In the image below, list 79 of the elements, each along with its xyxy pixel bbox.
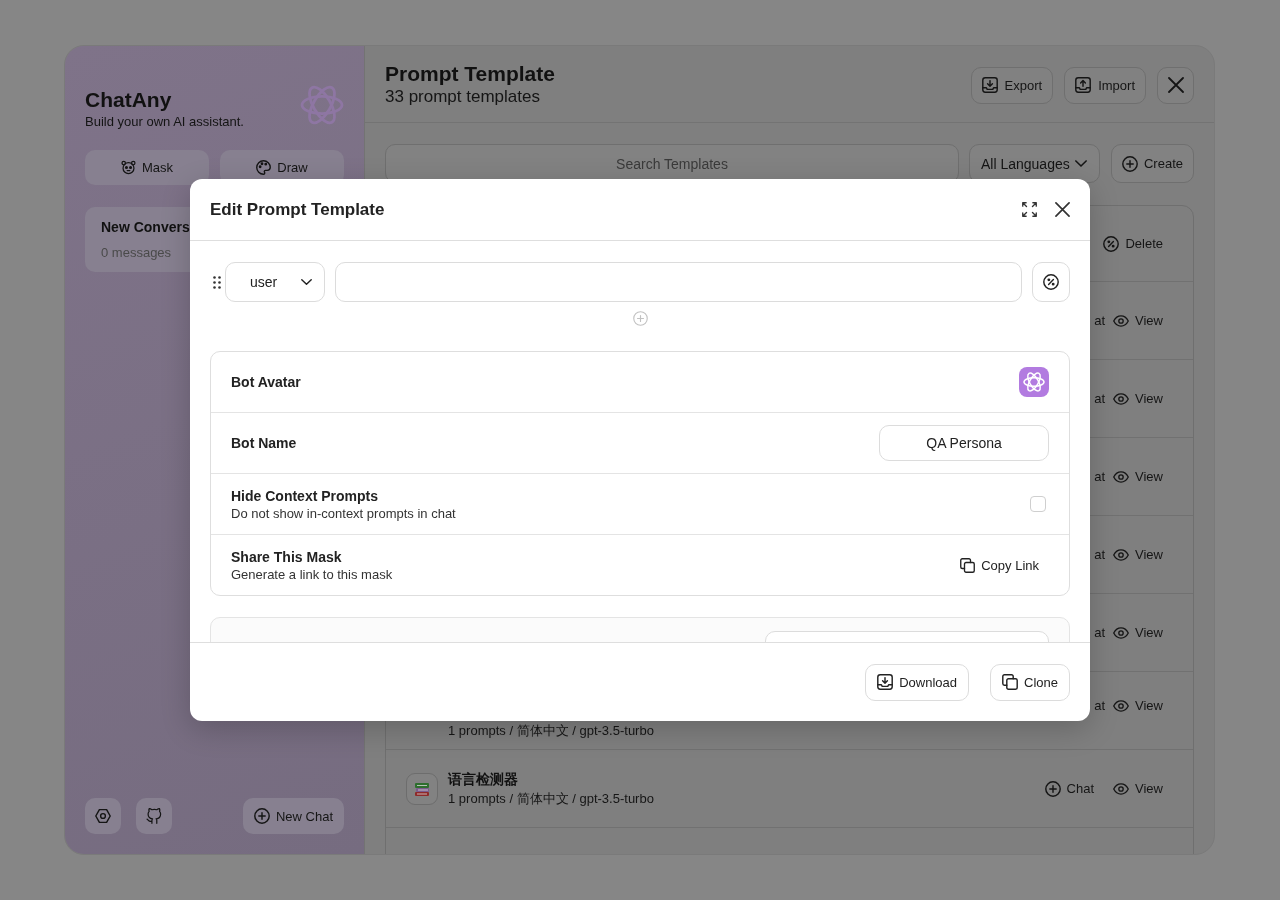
view-button[interactable]: View — [1113, 697, 1163, 714]
expand-button[interactable] — [1022, 202, 1037, 217]
language-select[interactable]: All Languages — [968, 144, 1100, 183]
app-title: ChatAny — [85, 87, 173, 113]
settings-icon — [95, 808, 111, 824]
setting-label: Hide Context Prompts — [231, 486, 378, 505]
app-subtitle: Build your own AI assistant. — [85, 113, 244, 130]
view-button[interactable]: View — [1113, 390, 1163, 407]
repository-button[interactable] — [136, 798, 172, 834]
setting-label: Bot Name — [231, 434, 297, 452]
bear-face-icon — [120, 160, 136, 175]
role-select[interactable]: user — [225, 262, 325, 302]
download-icon — [981, 77, 998, 93]
setting-label: Share This Mask — [231, 547, 342, 566]
template-meta: 1 prompts / 简体中文 / gpt-3.5-turbo — [448, 722, 654, 739]
delete-button[interactable]: Delete — [1103, 235, 1163, 252]
setting-description: Generate a link to this mask — [231, 565, 393, 583]
checkbox[interactable] — [1030, 496, 1046, 512]
view-button[interactable]: View — [1113, 546, 1163, 563]
mask-button[interactable]: Mask — [85, 150, 209, 185]
delete-button[interactable] — [1032, 262, 1070, 302]
chevron-down-icon — [1074, 159, 1087, 168]
chat-button[interactable]: at — [1094, 624, 1106, 641]
eye-icon — [1113, 312, 1130, 329]
eye-icon — [1113, 697, 1130, 714]
dialog-title: Edit Prompt Template — [210, 199, 385, 220]
settings-button[interactable] — [85, 798, 121, 834]
close-icon — [1167, 77, 1184, 93]
view-button[interactable]: View — [1113, 468, 1163, 485]
chat-meta: 0 messages — [101, 244, 172, 261]
chat-button[interactable]: at — [1094, 468, 1106, 485]
chat-title: New Convers — [101, 218, 190, 236]
drag-handle-icon[interactable] — [213, 275, 221, 289]
bot-name-input[interactable]: QA Persona — [879, 425, 1049, 461]
atom-avatar-icon[interactable] — [1019, 367, 1049, 397]
download-button[interactable]: Download — [865, 663, 970, 701]
percent-circle-icon — [1103, 235, 1120, 252]
plus-circle-icon — [1121, 155, 1138, 172]
cat-icon — [146, 808, 162, 824]
eye-icon — [1113, 468, 1130, 485]
eye-icon — [1113, 780, 1130, 797]
import-button[interactable]: Import — [1064, 66, 1146, 104]
setting-description: Do not show in-context prompts in chat — [231, 504, 456, 522]
view-button[interactable]: View — [1113, 624, 1163, 641]
plus-circle-icon — [1044, 780, 1061, 797]
eye-icon — [1113, 546, 1130, 563]
chat-button[interactable]: at — [1094, 546, 1106, 563]
close-icon — [1055, 202, 1070, 217]
copy-icon — [960, 557, 976, 573]
upload-icon — [1075, 77, 1092, 93]
chat-button[interactable]: at — [1094, 312, 1106, 329]
percent-circle-icon — [1043, 274, 1059, 290]
copy-icon — [1002, 674, 1019, 690]
new-chat-button[interactable]: New Chat — [242, 798, 344, 834]
template-meta: 1 prompts / 简体中文 / gpt-3.5-turbo — [448, 790, 654, 807]
page-title: Prompt Template — [385, 62, 555, 86]
page-subtitle: 33 prompt templates — [385, 86, 541, 108]
template-title: 语言检测器 — [448, 770, 518, 788]
plus-circle-icon — [632, 311, 648, 326]
chevron-down-icon — [301, 278, 312, 286]
chat-button[interactable]: at — [1094, 697, 1106, 714]
chat-button[interactable]: at — [1094, 390, 1106, 407]
palette-icon — [256, 160, 272, 175]
atom-logo-icon — [300, 83, 344, 127]
plus-circle-icon — [253, 808, 270, 824]
eye-icon — [1113, 624, 1130, 641]
view-button[interactable]: View — [1113, 780, 1163, 797]
chat-button[interactable]: Chat — [1044, 780, 1095, 797]
clone-button[interactable]: Clone — [990, 663, 1070, 701]
create-button[interactable]: Create — [1110, 144, 1194, 183]
download-icon — [877, 674, 894, 690]
close-button[interactable] — [1055, 202, 1070, 217]
books-icon — [406, 772, 438, 805]
eye-icon — [1113, 390, 1130, 407]
expand-icon — [1022, 202, 1037, 217]
view-button[interactable]: View — [1113, 312, 1163, 329]
setting-label: Bot Avatar — [231, 373, 301, 391]
export-button[interactable]: Export — [970, 66, 1054, 104]
prompt-input[interactable] — [335, 262, 1022, 302]
